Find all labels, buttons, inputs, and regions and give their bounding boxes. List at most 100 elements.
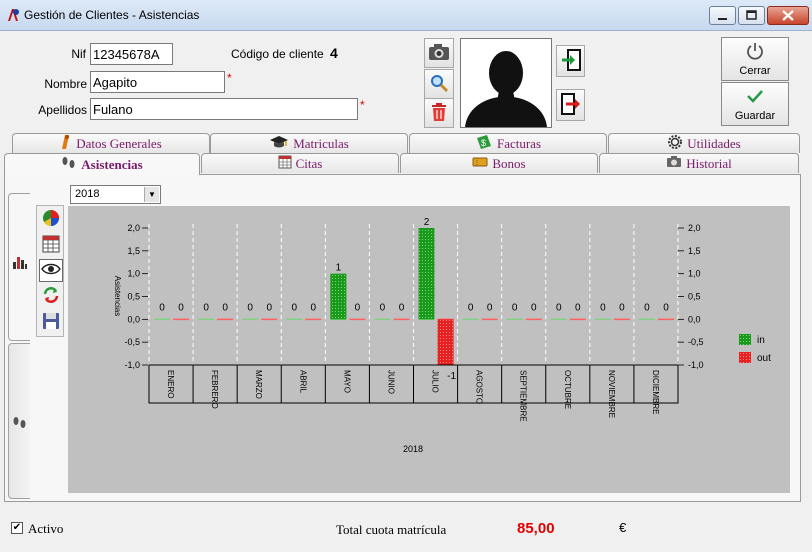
data-label-in: 0	[203, 302, 209, 313]
footprints-icon	[61, 156, 77, 174]
nif-label: Nif	[71, 47, 86, 61]
x-tick-label: MARZO	[254, 370, 263, 399]
window-title: Gestión de Clientes - Asistencias	[24, 8, 200, 22]
y-tick-label: 0,5	[127, 292, 140, 302]
legend-swatch-in	[739, 334, 751, 345]
take-photo-button[interactable]	[424, 38, 454, 68]
title-bar: Gestión de Clientes - Asistencias	[0, 0, 812, 31]
x-tick-label: OCTUBRE	[563, 370, 572, 409]
save-button[interactable]: Guardar	[721, 82, 789, 126]
tab-label: Historial	[686, 155, 732, 171]
data-label-in: 0	[380, 302, 386, 313]
gear-icon	[667, 134, 683, 154]
search-photo-button[interactable]	[424, 69, 454, 99]
bar-chart-icon	[12, 254, 28, 273]
total-value: 85,00	[517, 520, 555, 537]
tab-label: Utilidades	[687, 135, 741, 151]
tab-asistencias[interactable]: Asistencias	[4, 153, 200, 175]
bar-out	[437, 319, 454, 365]
logout-icon	[560, 92, 582, 119]
trash-icon	[430, 102, 448, 125]
data-label-out: 0	[619, 302, 625, 313]
required-marker: *	[227, 71, 232, 85]
data-label-out: 0	[266, 302, 272, 313]
chevron-down-icon[interactable]: ▼	[144, 187, 159, 202]
x-tick-label: SEPTIEMBRE	[519, 370, 528, 422]
side-tab-chart[interactable]	[8, 193, 30, 341]
check-out-button[interactable]	[556, 89, 585, 121]
minimize-button[interactable]	[709, 6, 736, 25]
camera-icon	[666, 155, 682, 172]
close-window-button[interactable]	[767, 6, 809, 25]
tab-bonos[interactable]: Bonos	[400, 153, 598, 173]
tab-datos-generales[interactable]: Datos Generales	[12, 133, 210, 153]
pie-chart-icon	[41, 208, 61, 231]
data-label-out: 0	[399, 302, 405, 313]
tab-matriculas[interactable]: Matriculas	[210, 133, 408, 153]
data-label-out: 0	[178, 302, 184, 313]
data-label-in: 0	[291, 302, 297, 313]
power-icon	[722, 42, 788, 63]
tab-facturas[interactable]: $ Facturas	[409, 133, 607, 153]
total-label: Total cuota matrícula	[336, 522, 447, 537]
data-label-out: -1	[447, 371, 456, 382]
data-label-in: 2	[424, 217, 430, 228]
apellidos-field[interactable]: Fulano	[90, 98, 358, 120]
nombre-label: Nombre	[44, 77, 87, 91]
view-button[interactable]	[39, 259, 63, 282]
legend-label-in: in	[757, 335, 765, 346]
data-label-out: 0	[663, 302, 669, 313]
tab-historial[interactable]: Historial	[599, 153, 799, 173]
data-label-out: 0	[222, 302, 228, 313]
y-axis-title: Asistencias	[113, 276, 122, 316]
data-label-in: 0	[247, 302, 253, 313]
graduation-cap-icon	[269, 135, 289, 153]
nif-field[interactable]: 12345678A	[90, 43, 173, 65]
check-in-button[interactable]	[556, 45, 585, 77]
x-tick-label: AGOSTO	[475, 370, 484, 404]
delete-photo-button[interactable]	[424, 98, 454, 128]
year-select[interactable]: 2018 ▼	[70, 185, 161, 204]
refresh-button[interactable]	[39, 285, 63, 308]
tab-citas[interactable]: Citas	[201, 153, 399, 173]
y-tick-label: -1,0	[688, 360, 704, 370]
nombre-field[interactable]: Agapito	[90, 71, 225, 93]
side-tab-attendance[interactable]	[8, 343, 30, 499]
camera-icon	[428, 43, 450, 64]
x-tick-label: JULIO	[431, 370, 440, 393]
maximize-button[interactable]	[738, 6, 765, 25]
year-select-value: 2018	[75, 188, 100, 200]
data-label-out: 0	[531, 302, 537, 313]
activo-checkbox[interactable]: ✔	[11, 522, 23, 534]
floppy-disk-icon	[42, 312, 60, 333]
tab-label: Bonos	[492, 155, 526, 171]
footprints-icon	[12, 416, 28, 433]
data-label-out: 0	[311, 302, 317, 313]
y-tick-label: -1,0	[124, 360, 140, 370]
x-tick-label: ENERO	[166, 370, 175, 398]
x-tick-label: FEBRERO	[210, 370, 219, 409]
y-tick-label: -0,5	[124, 337, 140, 347]
apellidos-label: Apellidos	[38, 103, 87, 117]
x-tick-label: JUNIO	[386, 370, 395, 394]
legend-label-out: out	[757, 353, 771, 364]
data-label-in: 0	[159, 302, 165, 313]
client-code-label: Código de cliente	[231, 47, 324, 61]
save-chart-button[interactable]	[39, 311, 63, 334]
activo-label: Activo	[28, 521, 64, 536]
x-tick-label: NOVIEMBRE	[607, 370, 616, 418]
currency-symbol: €	[619, 520, 627, 535]
tab-utilidades[interactable]: Utilidades	[608, 133, 800, 153]
data-label-in: 0	[600, 302, 606, 313]
close-button[interactable]: Cerrar	[721, 37, 789, 81]
ticket-icon	[472, 156, 488, 172]
data-label-in: 0	[512, 302, 518, 313]
data-label-out: 0	[487, 302, 493, 313]
data-grid-button[interactable]	[39, 234, 63, 257]
search-icon	[429, 73, 449, 96]
chart-type-button[interactable]	[39, 208, 63, 231]
close-button-label: Cerrar	[739, 65, 771, 77]
bar-in	[418, 228, 435, 320]
invoice-icon: $	[475, 134, 493, 154]
data-label-out: 0	[355, 302, 361, 313]
